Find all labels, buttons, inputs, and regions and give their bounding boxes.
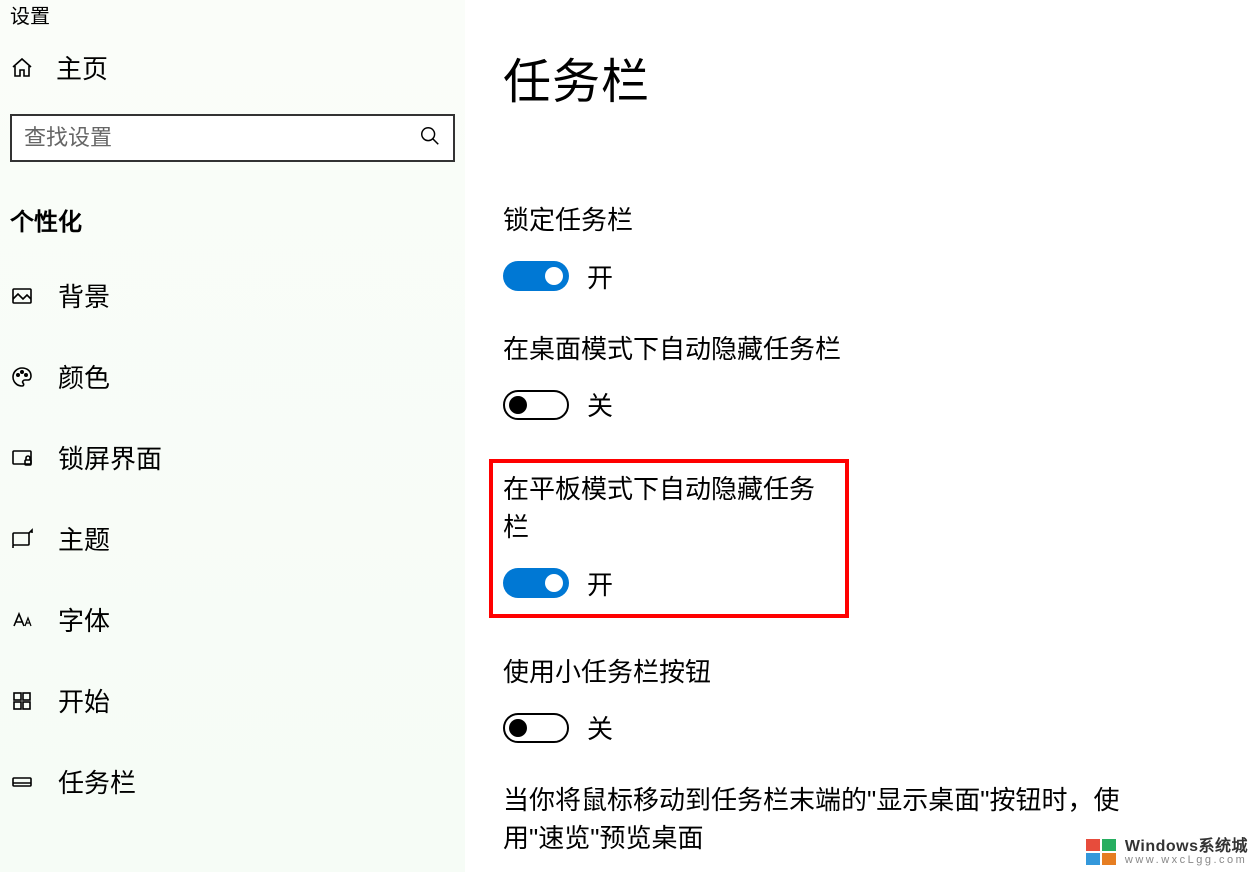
setting-label: 当你将鼠标移动到任务栏末端的"显示桌面"按钮时，使用"速览"预览桌面 — [503, 782, 1153, 857]
search-icon — [419, 125, 441, 152]
home-icon — [10, 56, 34, 80]
sidebar-item-fonts[interactable]: 字体 — [0, 579, 465, 660]
sidebar: 设置 主页 个性化 背景 颜色 — [0, 0, 465, 872]
sidebar-item-lockscreen[interactable]: 锁屏界面 — [0, 417, 465, 498]
sidebar-item-label: 颜色 — [58, 358, 110, 395]
search-box[interactable] — [10, 114, 455, 162]
sidebar-item-background[interactable]: 背景 — [0, 255, 465, 336]
toggle-state: 开 — [587, 565, 613, 602]
toggle-lock-taskbar[interactable] — [503, 261, 569, 291]
home-label: 主页 — [56, 49, 108, 86]
sidebar-item-label: 锁屏界面 — [58, 439, 162, 476]
setting-label: 在平板模式下自动隐藏任务栏 — [503, 471, 835, 546]
setting-autohide-tablet: 在平板模式下自动隐藏任务栏 开 — [489, 459, 849, 617]
start-icon — [10, 689, 34, 713]
setting-lock-taskbar: 锁定任务栏 开 — [503, 202, 1216, 295]
toggle-small-buttons[interactable] — [503, 713, 569, 743]
toggle-autohide-desktop[interactable] — [503, 390, 569, 420]
toggle-state: 关 — [587, 386, 613, 423]
setting-label: 在桌面模式下自动隐藏任务栏 — [503, 331, 1153, 369]
setting-label: 锁定任务栏 — [503, 202, 1153, 240]
sidebar-item-themes[interactable]: 主题 — [0, 498, 465, 579]
watermark-logo-icon — [1085, 838, 1119, 866]
watermark-url: www.wxcLgg.com — [1125, 855, 1248, 866]
theme-icon — [10, 527, 34, 551]
setting-label: 使用小任务栏按钮 — [503, 654, 1153, 692]
sidebar-item-home[interactable]: 主页 — [0, 29, 465, 114]
sidebar-item-label: 主题 — [58, 520, 110, 557]
palette-icon — [10, 365, 34, 389]
taskbar-icon — [10, 770, 34, 794]
sidebar-section-title: 个性化 — [0, 162, 465, 255]
sidebar-item-colors[interactable]: 颜色 — [0, 336, 465, 417]
main-content: 任务栏 锁定任务栏 开 在桌面模式下自动隐藏任务栏 关 在平板模式下自动隐藏任务… — [465, 0, 1254, 872]
setting-autohide-desktop: 在桌面模式下自动隐藏任务栏 关 — [503, 331, 1216, 424]
search-input[interactable] — [24, 125, 419, 151]
toggle-state: 关 — [587, 709, 613, 746]
page-title: 任务栏 — [503, 42, 1216, 112]
sidebar-item-label: 背景 — [58, 277, 110, 314]
sidebar-item-label: 开始 — [58, 682, 110, 719]
toggle-autohide-tablet[interactable] — [503, 568, 569, 598]
sidebar-item-label: 任务栏 — [58, 763, 136, 800]
font-icon — [10, 608, 34, 632]
toggle-state: 开 — [587, 258, 613, 295]
picture-icon — [10, 284, 34, 308]
sidebar-item-taskbar[interactable]: 任务栏 — [0, 741, 465, 822]
setting-small-buttons: 使用小任务栏按钮 关 — [503, 654, 1216, 747]
lockscreen-icon — [10, 446, 34, 470]
sidebar-item-start[interactable]: 开始 — [0, 660, 465, 741]
watermark: Windows系统城 www.wxcLgg.com — [1085, 838, 1248, 866]
sidebar-nav: 背景 颜色 锁屏界面 主题 字体 开始 — [0, 255, 465, 822]
app-title: 设置 — [0, 0, 465, 29]
watermark-title: Windows系统城 — [1125, 839, 1248, 855]
sidebar-item-label: 字体 — [58, 601, 110, 638]
